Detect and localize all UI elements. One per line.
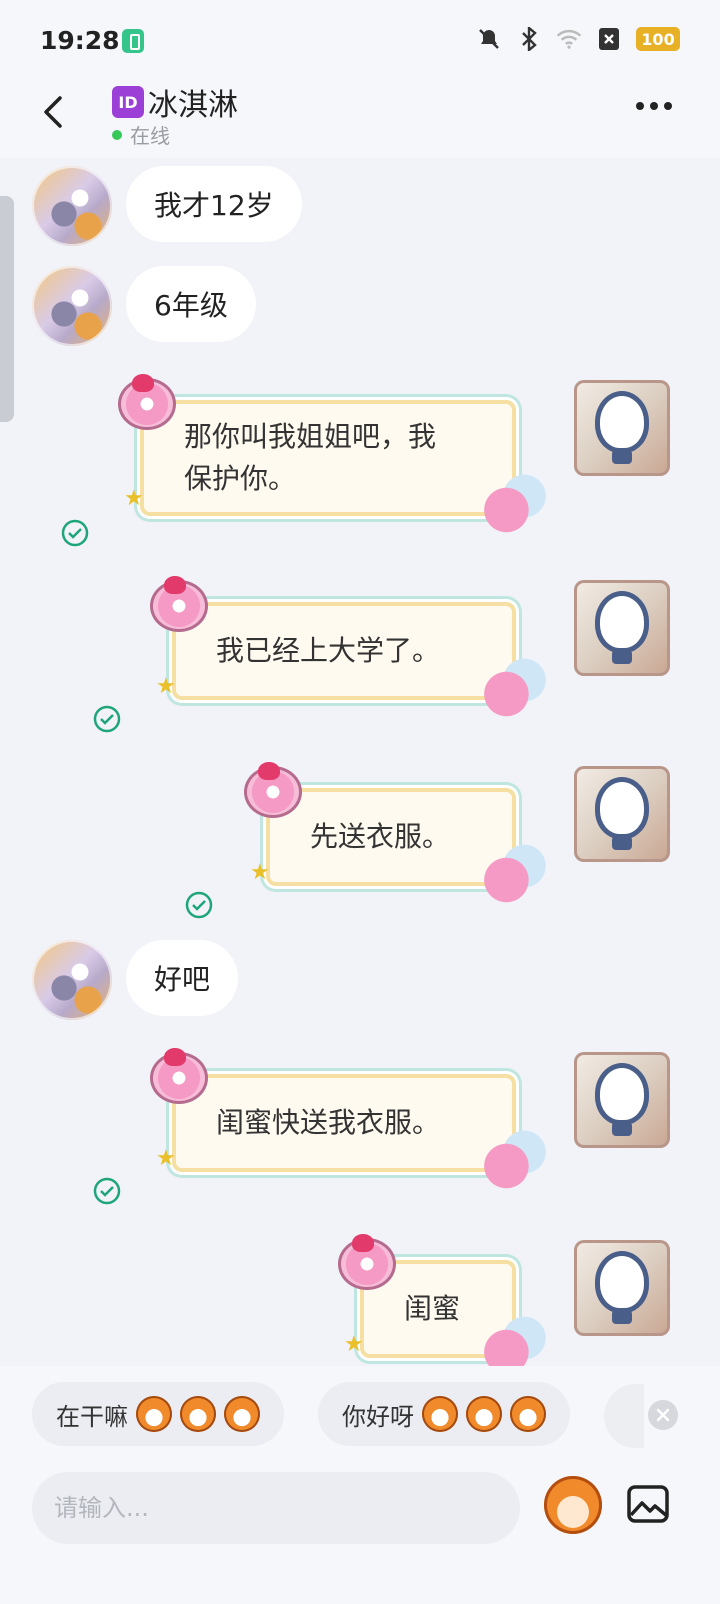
heart-decoration-icon [164, 1048, 186, 1066]
bunny-decoration-icon [474, 468, 546, 538]
wifi-icon [556, 26, 582, 52]
composer-area: 在干嘛 你好呀 [0, 1366, 720, 1604]
status-bar: 19:28 100 [0, 0, 720, 80]
message-bubble-sent[interactable]: 我已经上大学了。 [172, 602, 516, 700]
online-dot-icon [112, 129, 122, 140]
back-button[interactable] [36, 92, 76, 132]
message-bubble-received[interactable]: 好吧 [126, 940, 239, 1016]
mute-icon [476, 26, 502, 52]
scroll-indicator[interactable] [0, 196, 14, 422]
grin-emoji-icon [224, 1396, 260, 1432]
message-input[interactable] [32, 1472, 520, 1544]
smile-emoji-icon [466, 1396, 502, 1432]
battery-saver-icon [122, 29, 144, 53]
more-dot-icon [664, 102, 672, 110]
status-icons: 100 [476, 26, 680, 52]
close-quick-replies-button[interactable] [648, 1400, 678, 1430]
star-decoration-icon: ★ [156, 674, 176, 699]
message-text: 我已经上大学了。 [216, 634, 441, 667]
chat-screen: 19:28 100 ID 冰淇淋 在线 我才12岁 6年级 那你叫我姐姐吧，我 … [0, 0, 720, 1604]
contact-title[interactable]: ID 冰淇淋 [112, 80, 238, 124]
contact-avatar[interactable] [32, 940, 112, 1020]
heart-decoration-icon [132, 374, 154, 392]
heart-decoration-icon [164, 576, 186, 594]
my-avatar[interactable] [574, 380, 670, 476]
more-dot-icon [650, 102, 658, 110]
contact-name: 冰淇淋 [148, 88, 238, 123]
smile-emoji-icon [510, 1396, 546, 1432]
bunny-decoration-icon [474, 652, 546, 722]
my-avatar[interactable] [574, 580, 670, 676]
quick-reply-chip[interactable]: 你好呀 [318, 1382, 570, 1446]
image-button[interactable] [626, 1482, 670, 1526]
status-time: 19:28 [40, 26, 120, 55]
message-text: 好吧 [154, 963, 211, 996]
image-icon [627, 1485, 669, 1523]
quick-reply-chip-partial[interactable] [604, 1384, 644, 1448]
quick-reply-text: 你好呀 [342, 1402, 414, 1431]
my-avatar[interactable] [574, 1240, 670, 1336]
quick-reply-chip[interactable]: 在干嘛 [32, 1382, 284, 1446]
online-text: 在线 [130, 124, 170, 148]
online-status: 在线 [112, 120, 170, 149]
battery-level: 100 [636, 27, 680, 51]
contact-avatar[interactable] [32, 266, 112, 346]
chat-header: ID 冰淇淋 在线 [0, 80, 720, 158]
smile-emoji-icon [422, 1396, 458, 1432]
sent-check-icon [93, 705, 121, 733]
message-text: 那你叫我姐姐吧，我 保护你。 [184, 416, 436, 500]
heart-decoration-icon [352, 1234, 374, 1252]
message-text: 先送衣服。 [310, 820, 451, 853]
chevron-left-icon [44, 96, 62, 128]
id-badge-icon: ID [112, 86, 144, 118]
star-decoration-icon: ★ [124, 486, 144, 511]
sent-check-icon [93, 1177, 121, 1205]
grin-emoji-icon [180, 1396, 216, 1432]
message-line: 保护你。 [184, 462, 297, 495]
more-options-button[interactable] [636, 102, 672, 110]
no-sim-icon [596, 26, 622, 52]
bunny-decoration-icon [474, 838, 546, 908]
my-avatar[interactable] [574, 1052, 670, 1148]
message-bubble-received[interactable]: 我才12岁 [126, 166, 302, 242]
message-bubble-sent[interactable]: 闺蜜快送我衣服。 [172, 1074, 516, 1172]
contact-avatar[interactable] [32, 166, 112, 246]
bunny-decoration-icon [474, 1124, 546, 1194]
sent-check-icon [185, 891, 213, 919]
message-bubble-sent[interactable]: 那你叫我姐姐吧，我 保护你。 [140, 400, 516, 516]
sent-check-icon [61, 519, 89, 547]
message-text: 闺蜜 [404, 1292, 461, 1325]
heart-decoration-icon [258, 762, 280, 780]
bluetooth-icon [516, 26, 542, 52]
my-avatar[interactable] [574, 766, 670, 862]
close-icon [656, 1408, 670, 1422]
star-decoration-icon: ★ [156, 1146, 176, 1171]
star-decoration-icon: ★ [344, 1332, 364, 1357]
message-text: 6年级 [154, 289, 228, 322]
star-decoration-icon: ★ [250, 860, 270, 885]
quick-reply-text: 在干嘛 [56, 1402, 128, 1431]
emoji-button[interactable] [544, 1476, 602, 1534]
message-text: 我才12岁 [154, 189, 274, 222]
message-text: 闺蜜快送我衣服。 [216, 1106, 441, 1139]
grin-emoji-icon [136, 1396, 172, 1432]
message-bubble-received[interactable]: 6年级 [126, 266, 256, 342]
more-dot-icon [636, 102, 644, 110]
message-line: 那你叫我姐姐吧，我 [184, 420, 437, 453]
